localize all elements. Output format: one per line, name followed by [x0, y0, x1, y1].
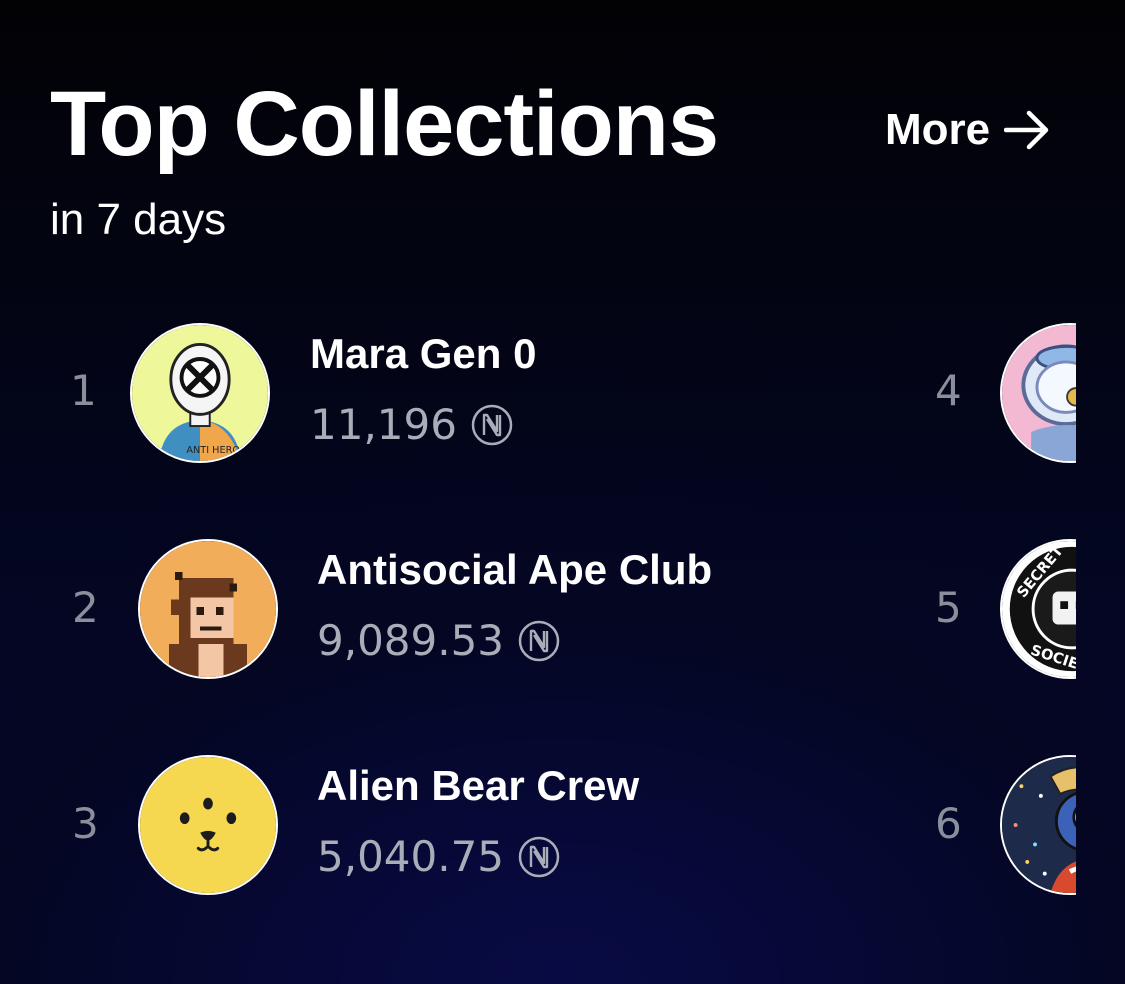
collection-volume: 5,040.75: [317, 836, 560, 878]
astronaut-avatar[interactable]: [1000, 323, 1076, 463]
near-icon: [518, 620, 560, 662]
secret-skull-society-avatar[interactable]: SECRET SOCIETY: [1000, 539, 1076, 679]
alien-bear-avatar[interactable]: [138, 755, 278, 895]
robot-avatar[interactable]: [1000, 755, 1076, 895]
collection-name[interactable]: Mara Gen 0: [310, 333, 536, 375]
volume-value: 5,040.75: [317, 832, 505, 881]
volume-value: 11,196: [310, 400, 457, 449]
svg-text:ANTI HERO: ANTI HERO: [186, 445, 240, 456]
collection-volume: 11,196: [310, 404, 513, 446]
collection-name[interactable]: Antisocial Ape Club: [317, 549, 712, 591]
near-icon: [518, 836, 560, 878]
rank-number: 3: [72, 799, 99, 848]
near-icon: [471, 404, 513, 446]
volume-value: 9,089.53: [317, 616, 505, 665]
collection-name[interactable]: Alien Bear Crew: [317, 765, 639, 807]
mara-avatar[interactable]: ANTI HERO: [130, 323, 270, 463]
rank-number: 5: [935, 583, 962, 632]
rank-number: 4: [935, 366, 962, 415]
collection-volume: 9,089.53: [317, 620, 560, 662]
rank-number: 1: [70, 366, 97, 415]
rank-number: 2: [72, 583, 99, 632]
rank-number: 6: [935, 799, 962, 848]
collections-list: 1 ANTI HERO Mara Gen 0 11,196 2 Antisoci…: [0, 0, 1076, 984]
ape-avatar[interactable]: [138, 539, 278, 679]
